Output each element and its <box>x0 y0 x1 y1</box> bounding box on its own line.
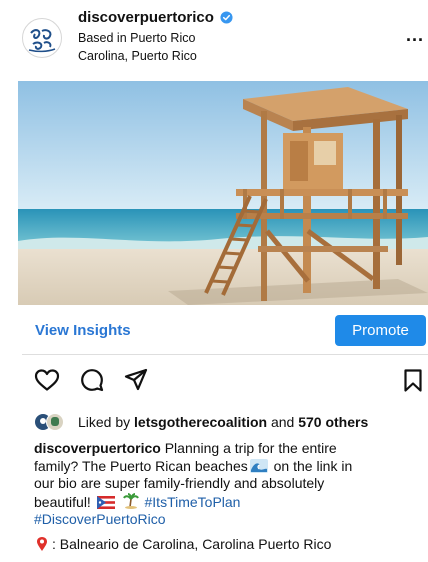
liker-avatars <box>34 413 70 431</box>
instagram-post: discoverpuertorico Based in Puerto Rico … <box>0 0 428 562</box>
pin-icon <box>37 537 47 551</box>
likes-summary[interactable]: Liked by letsgotherecoalition and 570 ot… <box>34 413 368 431</box>
likes-prefix: Liked by <box>78 414 131 430</box>
puerto-rico-flag-icon <box>96 495 115 509</box>
divider <box>22 354 428 355</box>
post-header: discoverpuertorico Based in Puerto Rico … <box>0 0 428 78</box>
caption-line: beautiful! #ItsTimeToPlan <box>34 492 419 512</box>
likes-count[interactable]: 570 others <box>298 414 368 430</box>
likes-connector: and <box>270 414 295 430</box>
wave-emoji-icon <box>249 458 268 473</box>
post-caption: discoverpuertorico Planning a trip for t… <box>34 440 419 529</box>
caption-author[interactable]: discoverpuertorico <box>34 440 161 456</box>
account-category: Based in Puerto Rico <box>78 31 196 45</box>
caption-line: family? The Puerto Rican beaches on the … <box>34 458 419 476</box>
puerto-rico-logo-icon <box>24 20 60 56</box>
post-image[interactable] <box>18 81 428 305</box>
caption-location: : Balneario de Carolina, Carolina Puerto… <box>52 536 332 552</box>
profile-avatar[interactable] <box>22 18 62 58</box>
caption-line: discoverpuertorico Planning a trip for t… <box>34 440 419 458</box>
caption-text: on the link in <box>269 457 353 474</box>
liker-avatar <box>46 413 64 431</box>
caption-line: our bio are super family-friendly and ab… <box>34 475 419 493</box>
view-insights-link[interactable]: View Insights <box>35 322 131 339</box>
liker-username[interactable]: letsgotherecoalition <box>134 414 267 430</box>
caption-location-line: : Balneario de Carolina, Carolina Puerto… <box>36 536 331 552</box>
share-icon[interactable] <box>123 367 149 393</box>
heart-icon[interactable] <box>34 368 60 392</box>
lifeguard-tower-beach-photo <box>18 81 428 305</box>
palm-island-emoji-icon <box>122 492 139 509</box>
comment-icon[interactable] <box>80 368 104 392</box>
caption-text: our bio are super family-friendly and ab… <box>34 475 325 491</box>
hashtag-link[interactable]: #DiscoverPuertoRico <box>34 511 166 527</box>
caption-text: family? The Puerto Rican beaches <box>34 457 248 474</box>
username-row: discoverpuertorico <box>78 9 233 26</box>
username[interactable]: discoverpuertorico <box>78 9 214 26</box>
bookmark-icon[interactable] <box>403 368 423 393</box>
more-options-icon[interactable]: ... <box>406 25 424 46</box>
caption-text: beautiful! <box>34 493 91 510</box>
promote-button[interactable]: Promote <box>335 315 426 346</box>
caption-line: #DiscoverPuertoRico <box>34 511 419 529</box>
caption-text: Planning a trip for the entire <box>160 440 337 456</box>
hashtag-link[interactable]: #ItsTimeToPlan <box>145 494 241 510</box>
verified-badge-icon <box>220 11 233 24</box>
location-label[interactable]: Carolina, Puerto Rico <box>78 49 197 63</box>
